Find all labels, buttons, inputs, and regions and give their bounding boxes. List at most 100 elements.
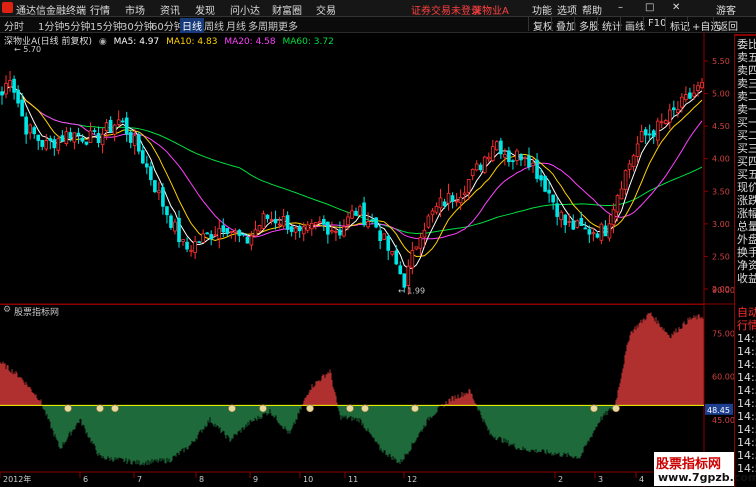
- candle-body: [692, 92, 696, 97]
- signal-coin-icon: [590, 404, 598, 413]
- period-15min[interactable]: 15分钟: [90, 18, 123, 33]
- candle-body: [454, 200, 459, 203]
- menu-item-ask[interactable]: 问小达: [230, 2, 260, 17]
- period-weekly[interactable]: 周线: [204, 18, 224, 33]
- signal-coin-icon: [259, 404, 267, 413]
- candle-body: [358, 206, 362, 216]
- signal-coin-icon: [111, 404, 119, 413]
- candle-body: [386, 235, 391, 251]
- candle-body: [378, 230, 382, 242]
- menu-item-wealth[interactable]: 财富圈: [272, 2, 302, 17]
- candle-body: [318, 221, 322, 224]
- window-close-button[interactable]: ✕: [672, 2, 680, 13]
- period-monthly[interactable]: 月线: [226, 18, 246, 33]
- price-label: 4.00: [712, 155, 730, 164]
- candle-body: [12, 78, 16, 93]
- candle-body: [313, 222, 318, 226]
- period-more[interactable]: 更多: [278, 18, 298, 33]
- candle-body: [36, 134, 41, 141]
- guest-user[interactable]: 游客: [716, 2, 736, 17]
- menu-item-news[interactable]: 资讯: [160, 2, 180, 17]
- candle-body: [575, 220, 580, 228]
- candle-body: [233, 230, 238, 233]
- candle-body: [221, 225, 226, 233]
- signal-coin-icon: [411, 404, 419, 413]
- period-multi[interactable]: 多周期: [248, 18, 278, 33]
- menu-item-quotes[interactable]: 行情: [90, 2, 110, 17]
- indicator-axis-label: 45.00: [712, 416, 734, 425]
- candle-body: [181, 239, 185, 242]
- candle-body: [599, 223, 604, 241]
- candle-body: [76, 132, 81, 136]
- sidebar-tick-time: 14:5: [737, 371, 756, 384]
- sidebar-tick-time: 14:5: [737, 449, 756, 462]
- candle-body: [96, 133, 101, 143]
- candle-body: [627, 163, 632, 170]
- window-maximize-button[interactable]: □: [645, 2, 654, 13]
- indicator-current-value: 48.45: [707, 406, 730, 415]
- candle-body: [418, 237, 423, 249]
- candle-body: [44, 140, 49, 150]
- period-5min[interactable]: 5分钟: [64, 18, 90, 33]
- candle-body: [346, 216, 350, 226]
- candle-body: [64, 131, 69, 144]
- login-notice[interactable]: 证券交易未登录: [411, 2, 481, 17]
- sidebar-tick-time: 14:5: [737, 436, 756, 449]
- sidebar-tick-time: 14:5: [737, 397, 756, 410]
- price-label: 5.50: [712, 57, 730, 66]
- period-30min[interactable]: 30分钟: [121, 18, 154, 33]
- signal-coin-icon: [612, 404, 620, 413]
- menu-item-discover[interactable]: 发现: [195, 2, 215, 17]
- sidebar-field-label: 买一: [737, 116, 756, 129]
- chart-area[interactable]: 5.505.004.504.003.503.002.502.00 ← 5.70←…: [0, 32, 734, 487]
- candle-body: [507, 150, 511, 163]
- candle-body: [277, 223, 282, 226]
- candle-body: [165, 206, 169, 216]
- sidebar-field-label: 换手: [737, 246, 756, 259]
- price-label: 3.00: [712, 220, 730, 229]
- menu-item-trade[interactable]: 交易: [316, 2, 336, 17]
- candle-body: [450, 195, 455, 202]
- candle-body: [342, 226, 346, 237]
- candle-body: [149, 166, 153, 181]
- candle-body: [495, 141, 499, 151]
- period-1min[interactable]: 1分钟: [38, 18, 64, 33]
- sidebar-tick-header[interactable]: 自动: [737, 306, 756, 319]
- candle-body: [116, 119, 121, 125]
- candle-body: [583, 227, 588, 230]
- date-label: 8: [199, 475, 204, 484]
- window-minimize-button[interactable]: –: [618, 2, 623, 13]
- candle-body: [301, 226, 306, 235]
- candle-body: [120, 120, 125, 123]
- candle-body: [213, 234, 218, 237]
- candle-body: [362, 202, 366, 226]
- sidebar-field-label: 净资: [737, 259, 756, 272]
- candle-body: [591, 232, 596, 235]
- candle-body: [20, 99, 24, 117]
- back-button[interactable]: 返回: [713, 17, 742, 33]
- candle-body: [659, 121, 664, 124]
- date-label: 10: [303, 475, 313, 484]
- candle-body: [112, 124, 117, 135]
- period-daily[interactable]: 日线: [180, 18, 204, 33]
- menu-item-market[interactable]: 市场: [125, 2, 145, 17]
- sidebar-tick-header[interactable]: 行情: [737, 319, 756, 332]
- sidebar-field-label: 现价: [737, 181, 756, 194]
- candle-body: [623, 170, 628, 191]
- signal-coin-icon: [96, 404, 104, 413]
- date-label: 3: [598, 475, 603, 484]
- indicator-settings-icon[interactable]: ⚙: [3, 305, 11, 315]
- candle-body: [555, 203, 559, 217]
- candle-body: [603, 225, 608, 237]
- date-label: 4: [639, 475, 644, 484]
- candle-body: [667, 109, 672, 123]
- candle-body: [470, 168, 475, 176]
- menu-item-options[interactable]: 选项: [557, 2, 577, 17]
- menu-item-functions[interactable]: 功能: [532, 2, 552, 17]
- period-60min[interactable]: 60分钟: [151, 18, 184, 33]
- period-tick[interactable]: 分时: [4, 18, 24, 33]
- candle-body: [16, 89, 20, 104]
- signal-coin-icon: [346, 404, 354, 413]
- menu-item-help[interactable]: 帮助: [582, 2, 602, 17]
- candle-body: [527, 155, 531, 168]
